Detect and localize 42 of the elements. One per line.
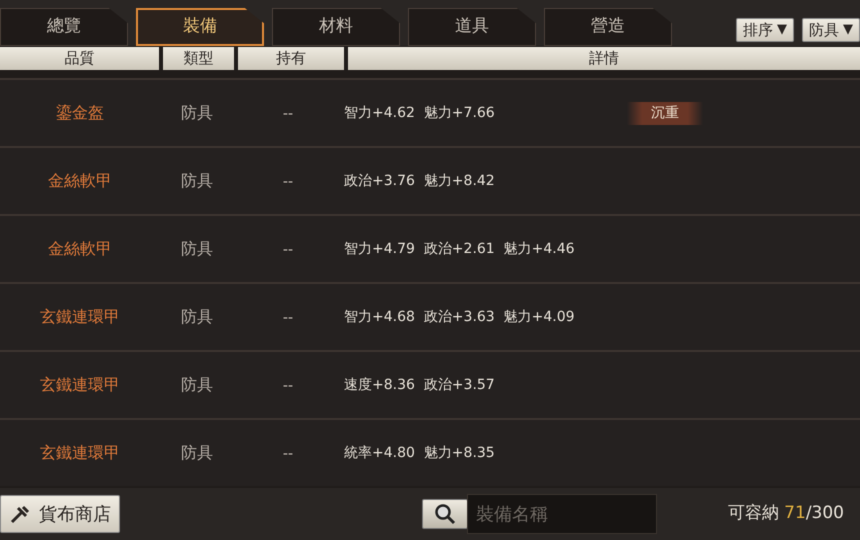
tab[interactable]: 裝備 — [136, 8, 264, 46]
tab[interactable]: 總覽 — [0, 8, 128, 46]
owned-count: -- — [282, 374, 294, 396]
item-stats: 智力+4.68 政治+3.63 魅力+4.09 — [343, 308, 576, 326]
trait-tag: 沉重 — [627, 102, 703, 124]
item-stats: 智力+4.79 政治+2.61 魅力+4.46 — [343, 240, 576, 258]
column-header[interactable]: 持有 — [238, 47, 344, 70]
column-header[interactable]: 類型 — [162, 47, 234, 70]
item-type: 防具 — [180, 374, 214, 396]
item-name: 玄鐵連環甲 — [39, 442, 121, 464]
item-stats: 統率+4.80 魅力+8.35 — [343, 444, 496, 462]
item-type: 防具 — [180, 102, 214, 124]
owned-count: -- — [282, 102, 294, 124]
item-name: 金絲軟甲 — [47, 238, 113, 260]
item-type: 防具 — [180, 442, 214, 464]
capacity-text: 可容納 71/300 — [728, 502, 844, 526]
tab[interactable]: 材料 — [272, 8, 400, 46]
item-name: 鎏金盔 — [55, 102, 105, 124]
search-icon — [433, 502, 457, 526]
tab[interactable]: 營造 — [544, 8, 672, 46]
item-type: 防具 — [180, 238, 214, 260]
item-stats: 智力+4.62 魅力+7.66 — [343, 104, 496, 122]
search-button[interactable] — [422, 499, 468, 529]
column-header[interactable]: 品質 — [0, 47, 159, 70]
owned-count: -- — [282, 442, 294, 464]
owned-count: -- — [282, 306, 294, 328]
owned-count: -- — [282, 170, 294, 192]
item-stats: 速度+8.36 政治+3.57 — [343, 376, 496, 394]
tab[interactable]: 道具 — [408, 8, 536, 46]
item-type: 防具 — [180, 170, 214, 192]
search-field[interactable]: 裝備名稱 — [467, 494, 657, 534]
shop-button[interactable]: 貨布商店 — [0, 495, 120, 533]
tool-icon — [9, 503, 31, 525]
dropdown-button[interactable]: 排序 ▼ — [736, 18, 794, 42]
item-type: 防具 — [180, 306, 214, 328]
dropdown-button[interactable]: 防具 ▼ — [802, 18, 860, 42]
item-name: 玄鐵連環甲 — [39, 306, 121, 328]
item-name: 玄鐵連環甲 — [39, 374, 121, 396]
item-name: 金絲軟甲 — [47, 170, 113, 192]
owned-count: -- — [282, 238, 294, 260]
item-stats: 政治+3.76 魅力+8.42 — [343, 172, 496, 190]
column-header[interactable]: 詳情 — [348, 47, 860, 70]
